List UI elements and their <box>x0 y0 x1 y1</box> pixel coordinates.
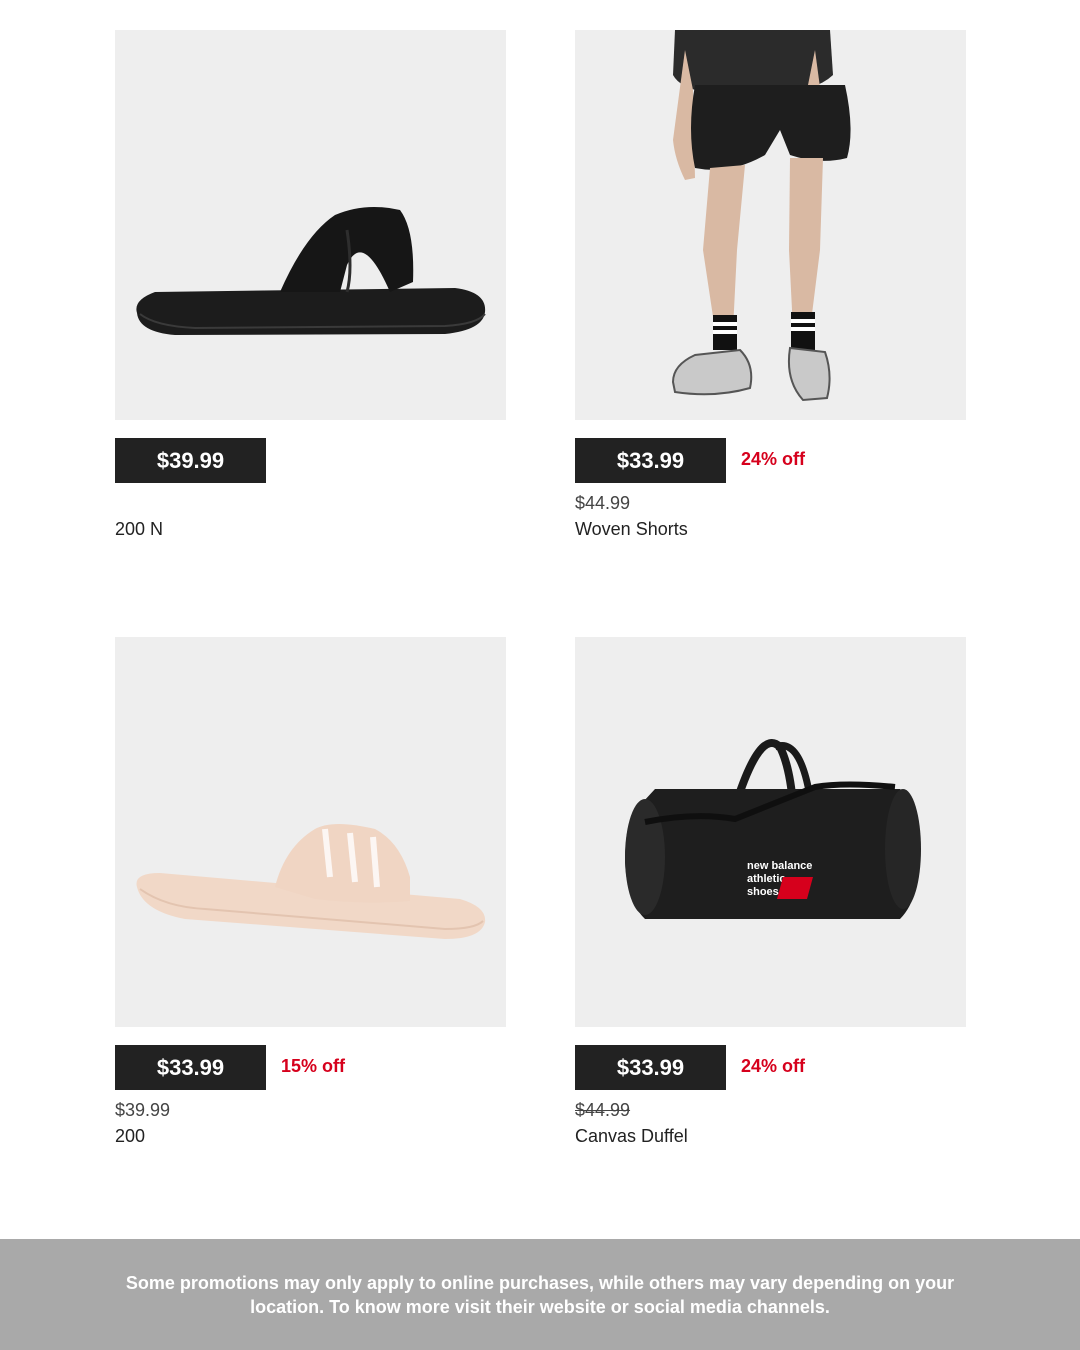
promo-disclaimer-footer: Some promotions may only apply to online… <box>0 1239 1080 1350</box>
sale-price: $33.99 <box>575 438 726 483</box>
duffel-logo-line: athletic <box>747 873 786 885</box>
original-price: $44.99 <box>575 1100 631 1120</box>
price-row: $39.99 <box>115 438 506 484</box>
duffel-logo-line: new balance <box>747 860 812 872</box>
product-image[interactable] <box>115 637 506 1027</box>
original-price: $44.99 <box>575 493 631 513</box>
product-name[interactable]: Woven Shorts <box>575 519 688 540</box>
product-name[interactable]: 200 N <box>115 519 163 540</box>
product-card-200[interactable]: $33.99 15% off $39.99 200 <box>115 637 506 1146</box>
original-price: $39.99 <box>115 1100 171 1120</box>
sale-price: $33.99 <box>575 1045 726 1090</box>
price-row: $33.99 24% off <box>575 1045 966 1091</box>
sale-price: $39.99 <box>115 438 266 483</box>
discount-badge: 15% off <box>281 1056 346 1076</box>
discount-badge: 24% off <box>741 1056 806 1076</box>
duffel-logo-line: shoes <box>747 886 779 898</box>
price-row: $33.99 15% off <box>115 1045 506 1091</box>
product-image[interactable] <box>575 30 966 420</box>
black-slide-sandal-icon <box>136 206 486 335</box>
sale-price: $33.99 <box>115 1045 266 1090</box>
product-image[interactable] <box>115 30 506 420</box>
product-name[interactable]: 200 <box>115 1126 145 1147</box>
product-card-woven-shorts[interactable]: $33.99 24% off $44.99 Woven Shorts <box>575 30 966 539</box>
pink-slide-sandal-icon <box>136 824 486 939</box>
price-row: $33.99 24% off <box>575 438 966 484</box>
product-card-200n[interactable]: $39.99 200 N <box>115 30 506 539</box>
duffel-bag-icon: new balance athletic shoes <box>625 739 921 919</box>
product-image[interactable]: new balance athletic shoes <box>575 637 966 1027</box>
model-in-woven-shorts-icon <box>671 30 851 402</box>
discount-badge: 24% off <box>741 449 806 469</box>
disclaimer-text: Some promotions may only apply to online… <box>125 1272 955 1317</box>
product-name[interactable]: Canvas Duffel <box>575 1126 688 1147</box>
product-card-canvas-duffel[interactable]: new balance athletic shoes $33.99 24% of… <box>575 637 966 1146</box>
